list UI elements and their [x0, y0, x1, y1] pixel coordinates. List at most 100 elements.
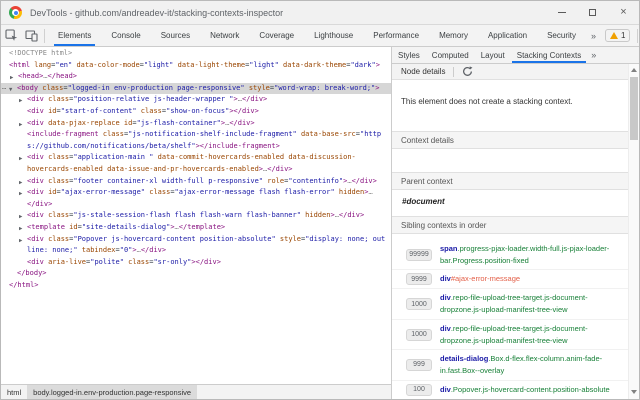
syntax-token: "sr-only" — [153, 258, 191, 266]
z-index-badge: 1000 — [406, 329, 432, 341]
syntax-token: data-light-theme — [173, 61, 245, 69]
dom-tree-node[interactable]: …▼<body class="logged-in env-production … — [1, 83, 391, 95]
sidebar-scrollbar[interactable] — [628, 64, 639, 399]
dom-tree-node[interactable]: hovercards-enabled data-issue-and-pr-hov… — [1, 164, 391, 176]
sibling-context-item[interactable]: 99999span.progress-pjax-loader.width-ful… — [392, 240, 628, 270]
sibling-context-item[interactable]: 1000div.repo-file-upload-tree-target.js-… — [392, 289, 628, 319]
scroll-up-icon[interactable] — [631, 68, 637, 72]
syntax-token: id — [44, 188, 57, 196]
devtools-tab-application[interactable]: Application — [478, 25, 537, 46]
section-parent-context: Parent context — [392, 172, 628, 190]
breadcrumb-item[interactable]: html — [1, 385, 27, 399]
sidebar-more-tabs-button[interactable]: » — [587, 47, 600, 63]
z-index-badge: 99999 — [406, 249, 432, 261]
sidebar-tab-styles[interactable]: Styles — [392, 47, 426, 63]
syntax-token: data-commit-hovercards-enabled — [153, 153, 284, 161]
dom-tree-node[interactable]: </html> — [1, 280, 391, 292]
syntax-token: s://github.com/notifications/beta/shelf" — [27, 142, 196, 150]
scroll-down-icon[interactable] — [631, 390, 637, 394]
device-toolbar-button[interactable] — [21, 27, 41, 45]
selector-token: dropzone.js-upload-manifest-tree-view — [440, 305, 568, 314]
sibling-context-item[interactable]: 999details-dialog.Box.d-flex.flex-column… — [392, 350, 628, 380]
devtools-tab-console[interactable]: Console — [101, 25, 150, 46]
minimize-button[interactable] — [546, 1, 577, 24]
sibling-context-selector: div.repo-file-upload-tree-target.js-docu… — [440, 292, 588, 315]
dom-tree-node[interactable]: </div> — [1, 199, 391, 211]
syntax-token: id — [120, 119, 133, 127]
syntax-token: class — [44, 153, 69, 161]
dom-tree-node[interactable]: <div id="start-of-content" class="show-o… — [1, 106, 391, 118]
syntax-token: </div> — [267, 165, 292, 173]
sibling-context-item[interactable]: 9999div#ajax-error-message — [392, 270, 628, 289]
dom-tree-node[interactable]: s://github.com/notifications/beta/shelf"… — [1, 141, 391, 153]
syntax-token: "ajax-error-message flash flash-error" — [175, 188, 335, 196]
devtools-tab-security[interactable]: Security — [537, 25, 586, 46]
dom-tree-node[interactable]: <!DOCTYPE html> — [1, 48, 391, 60]
dom-tree-node[interactable]: ▶<div class="application-main " data-com… — [1, 152, 391, 164]
syntax-token: <div — [27, 107, 44, 115]
dom-tree-node[interactable]: ▶<div class="js-stale-session-flash flas… — [1, 210, 391, 222]
dom-tree-node[interactable]: ▶<div class="position-relative js-header… — [1, 94, 391, 106]
sibling-context-selector: div.repo-file-upload-tree-target.js-docu… — [440, 323, 588, 346]
syntax-token: </div> — [242, 95, 267, 103]
refresh-icon[interactable] — [462, 66, 473, 77]
dom-tree-node[interactable]: ▶<div id="ajax-error-message" class="aja… — [1, 187, 391, 199]
syntax-token: "js-stale-session-flash flash flash-warn… — [73, 211, 301, 219]
toolbar-right: » 1 ⚙ ⋮ — [586, 25, 640, 46]
syntax-token: </div> — [229, 119, 254, 127]
syntax-token: class — [99, 130, 124, 138]
syntax-token: <include-fragment — [27, 130, 99, 138]
dom-tree-node[interactable]: ▶<head>…</head> — [1, 71, 391, 83]
sibling-context-item[interactable]: 1000 div.repo-file-upload-tree-target.js-… — [392, 320, 628, 350]
dom-tree-node[interactable]: line: none;" tabindex="0">…</div> — [1, 245, 391, 257]
close-button[interactable]: × — [608, 1, 639, 24]
devtools-window: DevTools - github.com/andreadev-it/stack… — [0, 0, 640, 400]
syntax-token: "en" — [55, 61, 72, 69]
devtools-tab-elements[interactable]: Elements — [48, 25, 101, 46]
dom-tree-node[interactable]: ▶<template id="site-details-dialog">…</t… — [1, 222, 391, 234]
dom-tree-node[interactable]: <html lang="en" data-color-mode="light" … — [1, 60, 391, 72]
syntax-token: class — [44, 177, 69, 185]
dom-tree-node[interactable]: ▶<div class="footer container-xl width-f… — [1, 176, 391, 188]
dom-tree-node[interactable]: ▶<div class="Popover js-hovercard-conten… — [1, 234, 391, 246]
dom-tree-node[interactable]: <include-fragment class="js-notification… — [1, 129, 391, 141]
dom-tree-node[interactable]: <div aria-live="polite" class="sr-only">… — [1, 257, 391, 269]
sibling-context-selector: div#ajax-error-message — [440, 273, 520, 285]
devtools-tab-sources[interactable]: Sources — [151, 25, 200, 46]
devtools-tab-lighthouse[interactable]: Lighthouse — [304, 25, 363, 46]
sidebar-tab-computed[interactable]: Computed — [426, 47, 475, 63]
syntax-token: data-dark-theme — [279, 61, 346, 69]
devtools-tab-coverage[interactable]: Coverage — [249, 25, 304, 46]
dom-tree-node[interactable]: ▶<div data-pjax-replace id="js-flash-con… — [1, 118, 391, 130]
sidebar-tab-stacking-contexts[interactable]: Stacking Contexts — [511, 47, 587, 63]
sidebar-tab-layout[interactable]: Layout — [475, 47, 511, 63]
syntax-token: <div — [27, 235, 44, 243]
syntax-token: <head> — [18, 72, 43, 80]
breadcrumb-item[interactable]: body.logged-in.env-production.page-respo… — [27, 385, 197, 399]
issues-warning-badge[interactable]: 1 — [605, 29, 630, 42]
maximize-button[interactable] — [577, 1, 608, 24]
selector-token: span — [440, 244, 458, 253]
syntax-token: id — [65, 223, 78, 231]
node-menu-dots-icon[interactable]: … — [2, 82, 7, 94]
devtools-tab-network[interactable]: Network — [200, 25, 249, 46]
more-tabs-button[interactable]: » — [586, 31, 601, 41]
scrollbar-thumb[interactable] — [630, 77, 638, 140]
syntax-token: data-pjax-replace — [44, 119, 120, 127]
syntax-token: <html — [9, 61, 30, 69]
syntax-token: </div> — [339, 211, 364, 219]
syntax-token: "display: none; out — [305, 235, 385, 243]
syntax-token: tabindex — [78, 246, 116, 254]
syntax-token: "contentinfo" — [288, 177, 343, 185]
sibling-context-item[interactable]: 100div.Popover.js-hovercard-content.posi… — [392, 381, 628, 399]
window-title: DevTools - github.com/andreadev-it/stack… — [30, 8, 283, 18]
section-context-details: Context details — [392, 131, 628, 149]
parent-context-value: #document — [392, 190, 628, 216]
devtools-tab-memory[interactable]: Memory — [429, 25, 478, 46]
devtools-tab-performance[interactable]: Performance — [363, 25, 429, 46]
syntax-token: "position-relative js-header-wrapper " — [73, 95, 233, 103]
syntax-token: hovercards-enabled — [27, 165, 103, 173]
inspect-element-button[interactable] — [1, 27, 21, 45]
toolbar-separator — [637, 29, 638, 43]
dom-tree-node[interactable]: </body> — [1, 268, 391, 280]
